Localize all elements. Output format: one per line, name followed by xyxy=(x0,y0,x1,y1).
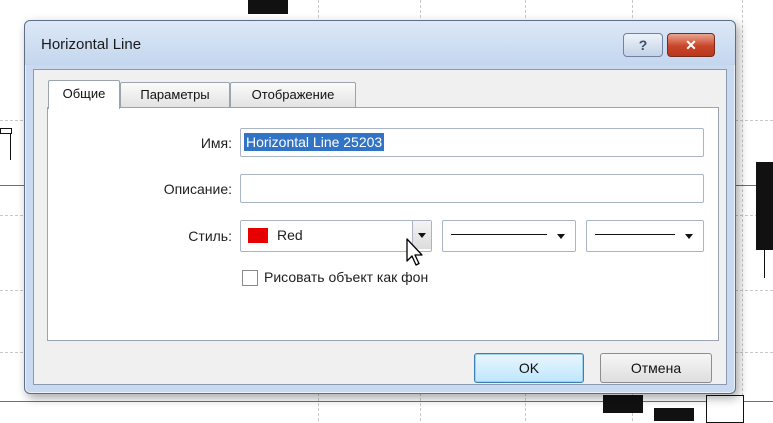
line-style-dropdown[interactable] xyxy=(442,220,576,252)
dialog-client-area: Общие Параметры Отображение Имя: Horizon… xyxy=(33,69,727,385)
color-swatch xyxy=(248,228,268,243)
candlestick xyxy=(654,408,694,421)
candlestick xyxy=(248,0,288,14)
grid-line-vertical xyxy=(742,0,743,421)
close-button[interactable]: ✕ xyxy=(667,33,715,57)
chevron-down-icon xyxy=(557,234,565,239)
title-bar[interactable]: Horizontal Line ? ✕ xyxy=(25,21,735,65)
candlestick xyxy=(706,395,744,423)
background-checkbox-label: Рисовать объект как фон xyxy=(264,269,429,285)
line-style-sample xyxy=(451,234,547,235)
tab-parameters[interactable]: Параметры xyxy=(120,82,230,107)
chevron-down-icon xyxy=(685,234,693,239)
name-field[interactable]: Horizontal Line 25203 xyxy=(240,128,704,157)
candlestick xyxy=(756,162,773,250)
horizontal-line-object[interactable] xyxy=(0,401,773,402)
name-label: Имя: xyxy=(200,135,232,151)
tab-display[interactable]: Отображение xyxy=(230,82,356,107)
color-dropdown[interactable]: Red xyxy=(240,220,432,252)
dialog-title: Horizontal Line xyxy=(41,36,142,53)
candle-wick xyxy=(764,248,765,278)
background-checkbox[interactable] xyxy=(242,270,258,286)
horizontal-line-dialog: Horizontal Line ? ✕ Общие Параметры Отоб… xyxy=(24,20,736,394)
help-button[interactable]: ? xyxy=(623,33,663,57)
tab-panel-general: Имя: Horizontal Line 25203 Описание: Сти… xyxy=(47,107,719,341)
ok-button[interactable]: OK xyxy=(474,353,584,383)
line-width-sample xyxy=(595,234,675,235)
tab-general[interactable]: Общие xyxy=(48,80,120,109)
line-width-dropdown[interactable] xyxy=(586,220,704,252)
description-field[interactable] xyxy=(240,174,704,203)
mouse-cursor-icon xyxy=(406,238,423,266)
candlestick xyxy=(0,128,12,134)
cancel-button[interactable]: Отмена xyxy=(600,353,712,383)
style-label: Стиль: xyxy=(188,228,232,244)
candlestick xyxy=(603,395,643,413)
description-label: Описание: xyxy=(163,181,232,197)
name-field-value: Horizontal Line 25203 xyxy=(244,133,385,151)
color-dropdown-value: Red xyxy=(277,227,303,243)
